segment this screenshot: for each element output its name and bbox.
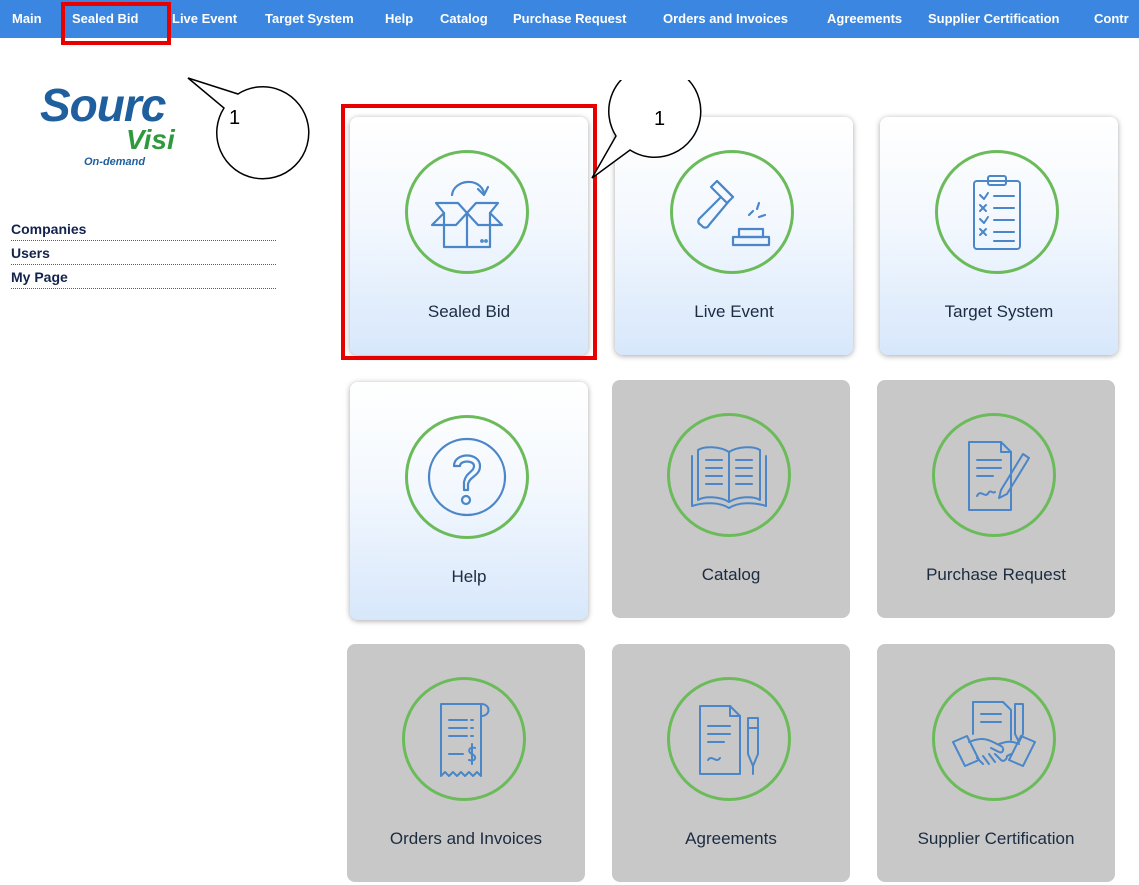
tile-catalog[interactable]: Catalog (612, 380, 850, 618)
logo-text-vision: Visi (126, 124, 175, 155)
tile-label: Purchase Request (926, 565, 1066, 584)
open-box-icon (430, 180, 504, 249)
nav-target-system[interactable]: Target System (265, 0, 354, 38)
sidebar-item-companies[interactable]: Companies (11, 218, 276, 241)
document-pen-icon (968, 441, 1030, 511)
icon-ring (935, 150, 1059, 274)
gavel-icon (697, 179, 771, 247)
tile-orders-invoices[interactable]: Orders and Invoices (347, 644, 585, 882)
tile-target-system[interactable]: Target System (880, 117, 1118, 355)
nav-contracts[interactable]: Contr (1094, 0, 1129, 38)
top-nav-bar: Main Sealed Bid Live Event Target System… (0, 0, 1139, 38)
tile-purchase-request[interactable]: Purchase Request (877, 380, 1115, 618)
tile-live-event[interactable]: Live Event (615, 117, 853, 355)
icon-ring (670, 150, 794, 274)
tile-sealed-bid[interactable]: Sealed Bid (350, 117, 588, 355)
icon-ring (405, 150, 529, 274)
callout-number: 1 (654, 108, 666, 130)
icon-ring (932, 677, 1056, 801)
nav-help[interactable]: Help (385, 0, 413, 38)
tile-label: Live Event (694, 302, 774, 321)
nav-orders-invoices[interactable]: Orders and Invoices (663, 0, 788, 38)
nav-supplier-certification[interactable]: Supplier Certification (928, 0, 1059, 38)
tile-label: Help (451, 567, 487, 586)
tile-supplier-certification[interactable]: Supplier Certification (877, 644, 1115, 882)
tile-label: Target System (944, 302, 1054, 321)
tile-agreements[interactable]: Agreements (612, 644, 850, 882)
top-nav: Main Sealed Bid Live Event Target System… (0, 0, 1139, 44)
open-book-icon (691, 446, 767, 509)
icon-ring (405, 415, 529, 539)
nav-purchase-request[interactable]: Purchase Request (513, 0, 626, 38)
logo-text-tagline: On-demand (84, 156, 146, 168)
tile-help[interactable]: Help (350, 382, 588, 620)
nav-live-event[interactable]: Live Event (172, 0, 237, 38)
receipt-icon (440, 703, 490, 777)
tile-label: Catalog (701, 565, 761, 584)
tile-label: Orders and Invoices (389, 829, 543, 848)
callout-number: 1 (229, 107, 241, 129)
icon-ring (402, 677, 526, 801)
question-mark-icon (427, 437, 507, 517)
sidebar-item-users[interactable]: Users (11, 242, 276, 265)
handshake-icon (952, 701, 1036, 767)
nav-main[interactable]: Main (12, 0, 42, 38)
checklist-clipboard-icon (973, 175, 1021, 250)
nav-agreements[interactable]: Agreements (827, 0, 902, 38)
tile-label: Supplier Certification (917, 829, 1075, 848)
contract-pen-icon (699, 705, 759, 775)
nav-catalog[interactable]: Catalog (440, 0, 488, 38)
icon-ring (667, 677, 791, 801)
sourcevision-logo: Sourc Visi On-demand (38, 78, 208, 188)
tile-label: Sealed Bid (427, 302, 511, 321)
tile-label: Agreements (685, 829, 777, 848)
icon-ring (932, 413, 1056, 537)
sidebar-links: Companies Users My Page (11, 218, 276, 290)
icon-ring (667, 413, 791, 537)
nav-sealed-bid[interactable]: Sealed Bid (72, 0, 138, 38)
sidebar-item-my-page[interactable]: My Page (11, 266, 276, 289)
